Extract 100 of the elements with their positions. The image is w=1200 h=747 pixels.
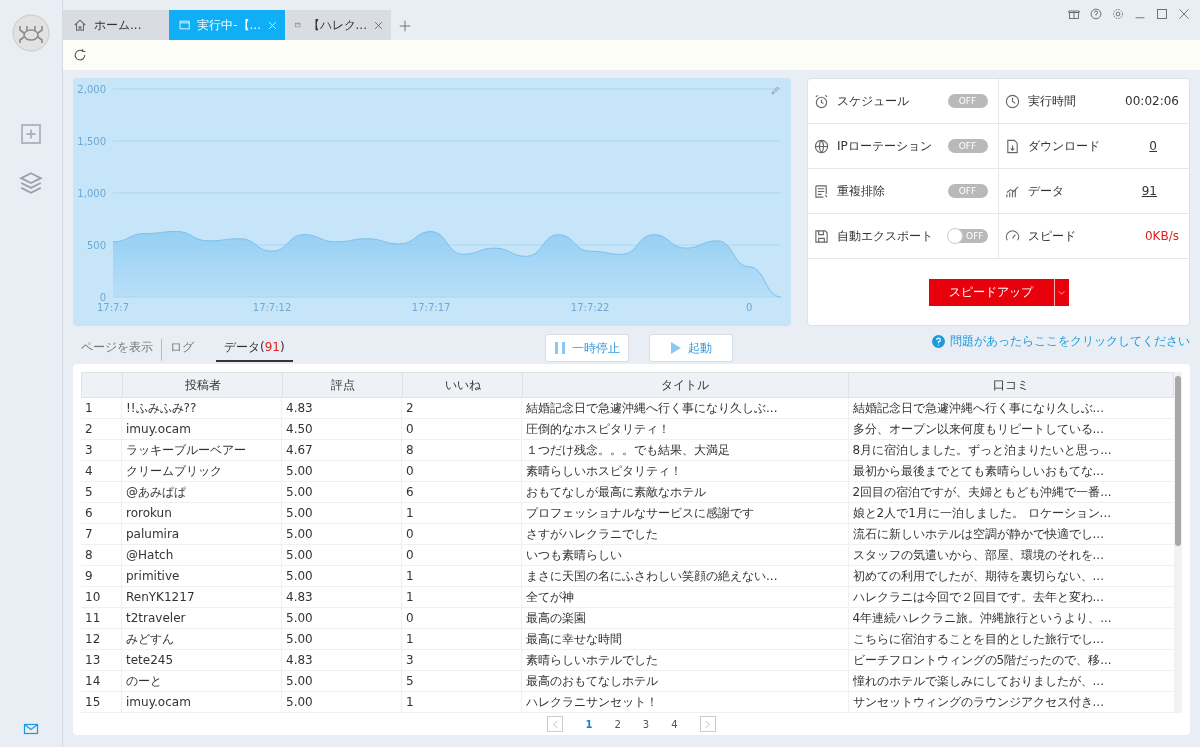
pause-button[interactable]: 一時停止: [545, 334, 629, 362]
table-cell: 最高に幸せな時間: [521, 629, 848, 649]
table-cell: 5.00: [281, 692, 401, 712]
help-link[interactable]: 問題があったらここをクリックしてください: [932, 333, 1190, 362]
table-cell: 5.00: [281, 461, 401, 481]
table-cell-text: 1: [84, 400, 94, 417]
stat-label: データ: [1027, 182, 1065, 200]
next-page-button[interactable]: [699, 716, 716, 732]
add-icon[interactable]: [19, 122, 43, 146]
table-cell: 8: [401, 440, 521, 460]
scrollbar-thumb[interactable]: [1175, 376, 1181, 546]
table-cell: @Hatch: [121, 545, 281, 565]
stat-link[interactable]: 91: [1141, 184, 1157, 198]
y-tick-label: 0: [99, 292, 106, 303]
chevron-right-icon: [703, 719, 713, 729]
y-tick-label: 1,000: [77, 188, 106, 199]
view-tab[interactable]: データ(91): [216, 339, 293, 362]
table-cell: さすがハレクラニでした: [521, 524, 848, 544]
x-tick-label: 17:7:12: [252, 302, 292, 313]
table-cell-text: 4: [84, 463, 94, 480]
previous-page-button[interactable]: [547, 716, 564, 732]
mail-icon[interactable]: [23, 721, 39, 737]
table-cell: 4.83: [281, 587, 401, 607]
table-cell: 1: [401, 503, 521, 523]
settings-icon[interactable]: [1112, 8, 1124, 20]
close-icon[interactable]: [374, 20, 383, 30]
table-cell-text: 5: [84, 484, 94, 501]
table-cell: クリームブリック: [121, 461, 281, 481]
help-icon: [932, 335, 945, 348]
table-cell: 1: [401, 692, 521, 712]
column-header: タイトル: [522, 373, 848, 397]
table-cell: おもてなしが最高に素敵なホテル: [521, 482, 848, 502]
browser-tab[interactable]: ホーム...: [63, 10, 169, 40]
table-cell: @あみぱぱ: [121, 482, 281, 502]
table-cell: RenYK1217: [121, 587, 281, 607]
clock-icon: [1004, 93, 1020, 109]
page-number[interactable]: 2: [614, 718, 621, 730]
table-cell: 素晴らしいホテルでした: [521, 650, 848, 670]
table-cell: 4.83: [281, 650, 401, 670]
y-tick-label: 1,500: [77, 136, 106, 147]
table-cell: 最高のおもてなしホテル: [521, 671, 848, 691]
crab-logo-icon[interactable]: [12, 14, 50, 52]
pencil-icon[interactable]: [770, 85, 781, 96]
table-cell: 2: [401, 398, 521, 418]
tab-label: ホーム...: [94, 16, 143, 34]
page-number[interactable]: 4: [671, 718, 678, 730]
table-cell: imuy.ocam: [121, 692, 281, 712]
home-icon: [73, 18, 87, 32]
column-header: いいね: [402, 373, 522, 397]
x-tick-label: 17:7:7: [96, 302, 130, 313]
stat-label: スピード: [1027, 227, 1077, 245]
table-cell: 結婚記念日で急遽沖縄へ行く事になり久しぶ...: [521, 398, 848, 418]
plus-icon[interactable]: [399, 19, 411, 32]
table-cell: 1: [401, 587, 521, 607]
tab-label: 実行中-【...: [197, 16, 261, 34]
table-cell-text: 8: [84, 547, 94, 564]
page-number[interactable]: 3: [642, 718, 650, 730]
close-icon[interactable]: [1178, 8, 1190, 20]
table-cell: １つだけ残念。。。でも結果、大満足: [521, 440, 848, 460]
stat-label: 自動エクスポート: [837, 227, 934, 245]
table-cell-text: 3: [84, 442, 94, 459]
table-cell: 5.00: [281, 629, 401, 649]
gift-icon[interactable]: [1068, 8, 1080, 20]
table-cell: 1: [401, 566, 521, 586]
table-cell-text: 2: [84, 421, 94, 438]
table-cell: imuy.ocam: [121, 419, 281, 439]
column-header: 投稿者: [122, 373, 282, 397]
save-icon: [814, 228, 829, 244]
view-tab[interactable]: ログ: [162, 339, 202, 362]
table-cell: palumira: [121, 524, 281, 544]
column-header: 評点: [282, 373, 402, 397]
speed-up-button[interactable]: スピードアップ: [928, 278, 1069, 306]
table-cell-text: 9: [84, 568, 94, 585]
table-cell: 5.00: [281, 503, 401, 523]
table-cell-text: 13: [84, 652, 102, 669]
column-header: 口コミ: [847, 373, 1173, 397]
browser-tab[interactable]: 【ハレク...: [285, 10, 391, 40]
table-cell: 0: [401, 545, 521, 565]
stat-value: 00:02:06: [1125, 94, 1179, 108]
play-icon: [670, 341, 682, 355]
stat-label: 重複排除: [837, 182, 886, 200]
refresh-icon[interactable]: [73, 48, 87, 62]
table-cell: 4.50: [281, 419, 401, 439]
browser-tab[interactable]: 実行中-【...: [169, 10, 285, 40]
view-tab[interactable]: ページを表示: [73, 339, 162, 362]
layers-icon[interactable]: [18, 170, 44, 196]
table-cell: rorokun: [121, 503, 281, 523]
start-button[interactable]: 起動: [649, 334, 733, 362]
table-cell: みどすん: [121, 629, 281, 649]
table-cell: 0: [401, 419, 521, 439]
help-icon[interactable]: [1090, 8, 1102, 20]
page-number[interactable]: 1: [585, 718, 593, 730]
table-cell: いつも素晴らしい: [521, 545, 848, 565]
table-cell: !!ふみふみ??: [121, 398, 281, 418]
stat-link[interactable]: 0: [1149, 139, 1157, 153]
table-cell: 5.00: [281, 482, 401, 502]
table-cell-text: 6: [84, 505, 94, 522]
maximize-icon[interactable]: [1156, 8, 1168, 20]
x-tick-label: 17:7:22: [570, 302, 610, 313]
table-cell: t2traveler: [121, 608, 281, 628]
